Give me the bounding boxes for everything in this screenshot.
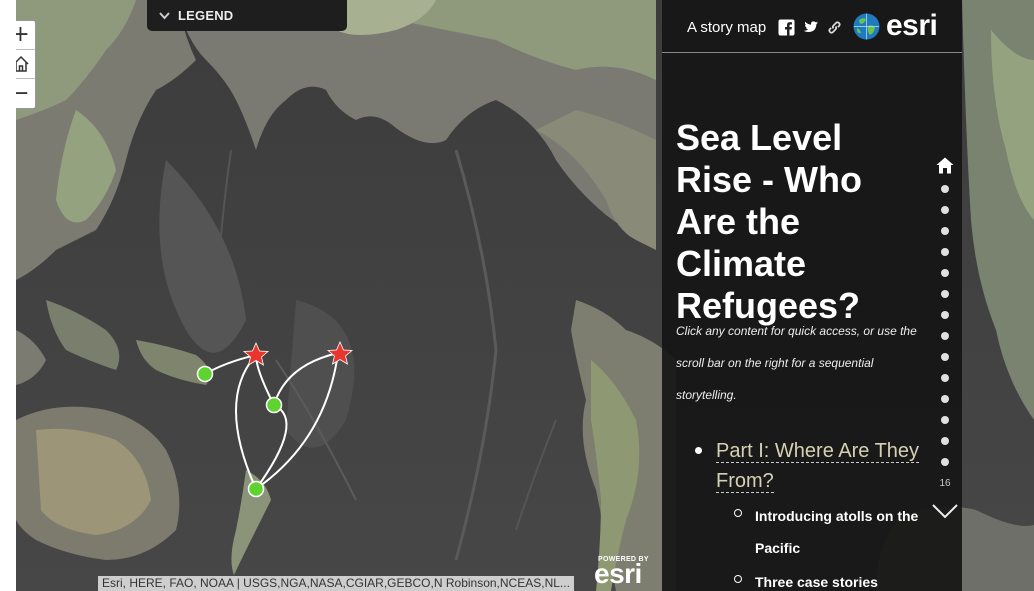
section-dot[interactable] (941, 332, 949, 340)
zoom-in-label: + (16, 22, 30, 47)
esri-wordmark: esri (886, 9, 938, 42)
section-dot[interactable] (941, 206, 949, 214)
toc-part-1-label[interactable]: Part I: Where Are They From? (716, 440, 920, 493)
link-icon[interactable] (826, 19, 843, 36)
story-map-tagline[interactable]: A story map (687, 19, 766, 36)
section-dot[interactable] (941, 416, 949, 424)
map-attribution: Esri, HERE, FAO, NOAA | USGS,NGA,NASA,CG… (98, 576, 574, 591)
twitter-icon[interactable] (802, 19, 819, 36)
section-dot[interactable] (941, 185, 949, 193)
section-dot[interactable] (941, 353, 949, 361)
esri-logo[interactable]: esri (852, 9, 938, 42)
section-dot[interactable] (941, 248, 949, 256)
legend-label: LEGEND (178, 8, 234, 23)
home-icon (16, 55, 29, 72)
section-dot[interactable] (941, 374, 949, 382)
powered-by-esri[interactable]: POWERED BY esri (590, 556, 656, 589)
section-dot[interactable] (941, 395, 949, 403)
facebook-icon[interactable] (778, 19, 795, 36)
section-dot[interactable] (941, 458, 949, 466)
zoom-out-button[interactable]: − (16, 79, 35, 108)
section-dot[interactable] (941, 437, 949, 445)
origin-marker[interactable] (196, 365, 214, 383)
story-intro: Click any content for quick access, or u… (676, 324, 917, 402)
origin-marker[interactable] (247, 480, 265, 498)
section-count: 16 (939, 478, 951, 489)
story-panel: A story map esri Sea Level Rise - Who Ar… (662, 0, 962, 591)
globe-icon (853, 13, 880, 39)
toc-sub-item[interactable]: Three case stories (695, 566, 935, 591)
home-section-icon[interactable] (936, 157, 954, 174)
origin-marker[interactable] (265, 396, 283, 414)
legend-toggle[interactable]: LEGEND (147, 0, 347, 31)
zoom-controls: + − (16, 20, 36, 109)
powered-by-brand: esri (594, 558, 642, 589)
story-title: Sea Level Rise - Who Are the Climate Ref… (676, 117, 862, 326)
section-dot[interactable] (941, 269, 949, 277)
section-dot[interactable] (941, 311, 949, 319)
chevron-down-icon[interactable] (931, 502, 959, 520)
zoom-out-label: − (16, 80, 30, 106)
home-button[interactable] (16, 50, 35, 79)
section-dot[interactable] (941, 290, 949, 298)
toc-sub-item[interactable]: Introducing atolls on the Pacific (695, 500, 935, 564)
section-dot[interactable] (941, 227, 949, 235)
zoom-in-button[interactable]: + (16, 21, 35, 50)
chevron-down-icon (159, 12, 170, 20)
panel-header: A story map esri (662, 0, 962, 53)
toc-part-1[interactable]: Part I: Where Are They From? (695, 436, 935, 496)
table-of-contents: Part I: Where Are They From? Introducing… (695, 436, 935, 591)
